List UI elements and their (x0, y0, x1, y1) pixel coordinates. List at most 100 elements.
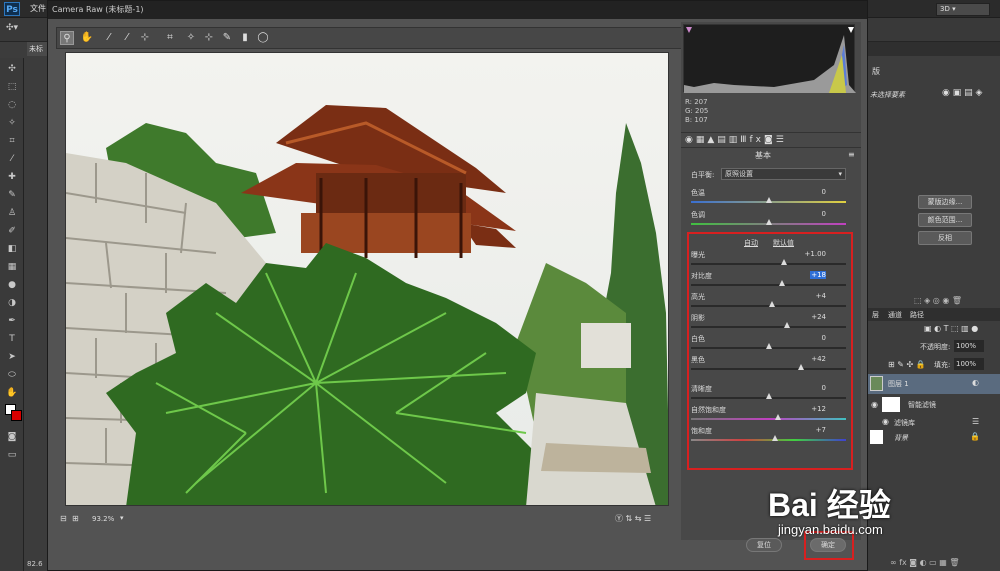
hand-tool-icon[interactable]: ✋ (80, 31, 94, 45)
hand-icon[interactable]: ✋ (4, 386, 20, 400)
cr-toolbar: ⚲ ✋ ⁄ ⁄ ⊹ ⌗ ✧ ⊹ ✎ ▮ ◯ ⇱ (56, 27, 724, 49)
shape-icon[interactable]: ⬭ (4, 368, 20, 382)
slider-value[interactable]: 0 (786, 210, 826, 218)
layers-tabs: 层 通道 路径 (868, 308, 1000, 321)
crop-icon[interactable]: ⌗ (163, 31, 177, 45)
wb-label: 白平衡: (691, 171, 715, 179)
zoom-level[interactable]: 93.2% (92, 515, 114, 523)
slider-value[interactable]: 0 (786, 188, 826, 196)
zoom-dropdown-icon[interactable]: ▾ (120, 514, 124, 522)
move-icon[interactable]: ✣ (4, 62, 20, 76)
ps-logo: Ps (4, 2, 20, 16)
marquee-icon[interactable]: ⬚ (4, 80, 20, 94)
path-select-icon[interactable]: ➤ (4, 350, 20, 364)
blur-icon[interactable]: ● (4, 278, 20, 292)
tab-layers[interactable]: 层 (872, 310, 879, 320)
slider-thumb[interactable] (765, 219, 772, 225)
panel-menu-icon[interactable]: ≡ (848, 150, 855, 159)
filter-options-icon[interactable]: ☰ (972, 417, 979, 426)
g-value: G: 205 (685, 107, 709, 115)
color-range-button[interactable]: 颜色范围... (918, 213, 972, 227)
zoom-out-icon[interactable]: ⊟ (60, 514, 67, 523)
tab-paths[interactable]: 路径 (910, 310, 924, 320)
layer-name: 智能滤镜 (908, 401, 936, 409)
wb-select[interactable]: 原照设置 ▾ (721, 168, 846, 180)
no-selection-label: 未选择要素 (870, 91, 905, 99)
dodge-icon[interactable]: ◑ (4, 296, 20, 310)
baidu-watermark: Bai 经验 jingyan.baidu.com (768, 470, 938, 537)
slider-top-0[interactable]: 色温 0 (691, 188, 846, 208)
panel-tabs: ◉▦▲▤▥Ⅲfx◙☰ (681, 132, 861, 148)
smart-object-icon: ◐ (972, 378, 979, 387)
menu-file[interactable]: 文件 (30, 3, 46, 14)
layer-name: 背景 (894, 434, 908, 442)
watermark-brand: Bai 经验 (768, 487, 891, 523)
r-value: R: 207 (685, 98, 708, 106)
fill-label: 填充: (934, 361, 951, 369)
eraser-icon[interactable]: ◧ (4, 242, 20, 256)
dialog-titlebar: Camera Raw (未标题-1) (48, 1, 867, 19)
layer-row[interactable]: ◉ 滤镜库 ☰ (868, 415, 1000, 428)
slider-top-1[interactable]: 色调 0 (691, 210, 846, 230)
before-after-icons[interactable]: Ⓨ ⇅ ⇆ ☰ (615, 513, 651, 524)
slider-thumb[interactable] (765, 197, 772, 203)
radial-filter-icon[interactable]: ◯ (256, 31, 270, 45)
eyedropper-icon[interactable]: ⁄ (4, 152, 20, 166)
histogram-graph (684, 27, 856, 93)
pen-icon[interactable]: ✒ (4, 314, 20, 328)
zoom-in-icon[interactable]: ⊞ (72, 514, 79, 523)
layer-filter-icons[interactable]: ▣ ◐ T ⬚ ▥ ● (924, 324, 978, 333)
toolbox: ✣ ⬚ ◌ ✧ ⌗ ⁄ ✚ ✎ ♙ ✐ ◧ ▦ ● ◑ ✒ T ➤ ⬭ ✋ ⚲ … (0, 58, 24, 571)
pavilion-photo (66, 53, 668, 505)
visibility-eye-icon[interactable]: ◉ (871, 400, 878, 409)
invert-button[interactable]: 反相 (918, 231, 972, 245)
zoom-tool-icon[interactable]: ⚲ (60, 31, 74, 45)
layer-thumbnail (870, 376, 883, 391)
layer-row[interactable]: 背景 🔒 (868, 428, 1000, 446)
workspace-select[interactable]: 3D ▾ (936, 3, 990, 16)
mask-edge-button[interactable]: 蒙版边缘... (918, 195, 972, 209)
panel-title: 基本 (755, 151, 771, 160)
layer-row[interactable]: ◉ 智能滤镜 (868, 395, 1000, 415)
rgb-readout: R: 207 G: 205 B: 107 (685, 98, 708, 125)
layers-footer-icons[interactable]: ∞ fx ◙ ◐ ▭ ▦ 🗑 (890, 558, 960, 567)
type-icon[interactable]: T (4, 332, 20, 346)
healing-icon[interactable]: ✚ (4, 170, 20, 184)
adjustment-brush-icon[interactable]: ✎ (220, 31, 234, 45)
image-preview[interactable] (65, 52, 669, 506)
lasso-icon[interactable]: ◌ (4, 98, 20, 112)
mask-icons[interactable]: ◉ ▣ ▤ ◈ (942, 88, 982, 98)
opacity-input[interactable]: 100% (954, 340, 984, 352)
layer-row[interactable]: 图层 1 ◐ (868, 374, 1000, 394)
zoom-status: 82.6 (27, 560, 43, 568)
white-balance-icon[interactable]: ⁄ (102, 31, 116, 45)
panel-tab-icons[interactable]: ◉▦▲▤▥Ⅲfx◙☰ (685, 135, 787, 145)
watermark-url: jingyan.baidu.com (778, 522, 883, 537)
redeye-icon[interactable]: ⊹ (202, 31, 216, 45)
graduated-filter-icon[interactable]: ▮ (238, 31, 252, 45)
lock-icons[interactable]: ⊞ ✎ ✣ 🔒 (888, 360, 926, 369)
dialog-title: Camera Raw (未标题-1) (52, 5, 144, 14)
visibility-eye-icon[interactable]: ◉ (882, 417, 889, 426)
brush-icon[interactable]: ✎ (4, 188, 20, 202)
screen-mode-icon[interactable]: ▭ (4, 448, 20, 462)
move-tool-icon[interactable]: ✣▾ (6, 23, 18, 33)
layer-name: 图层 1 (888, 380, 909, 388)
crop-icon[interactable]: ⌗ (4, 134, 20, 148)
quick-mask-icon[interactable]: ◙ (4, 430, 20, 444)
mask-footer-icons[interactable]: ⬚ ◈ ◎ ◉ 🗑 (914, 296, 962, 305)
stamp-icon[interactable]: ♙ (4, 206, 20, 220)
background-color[interactable] (11, 410, 22, 421)
gradient-icon[interactable]: ▦ (4, 260, 20, 274)
target-adjust-icon[interactable]: ⊹ (138, 31, 152, 45)
color-sampler-icon[interactable]: ⁄ (120, 31, 134, 45)
tab-channels[interactable]: 通道 (888, 310, 902, 320)
reset-button[interactable]: 复位 (746, 538, 782, 552)
history-brush-icon[interactable]: ✐ (4, 224, 20, 238)
slider-label: 色调 (691, 211, 705, 219)
spot-removal-icon[interactable]: ✧ (184, 31, 198, 45)
magic-wand-icon[interactable]: ✧ (4, 116, 20, 130)
fill-input[interactable]: 100% (954, 358, 984, 370)
document-tab[interactable]: 未标 (27, 42, 47, 56)
highlight-frame (687, 232, 853, 470)
